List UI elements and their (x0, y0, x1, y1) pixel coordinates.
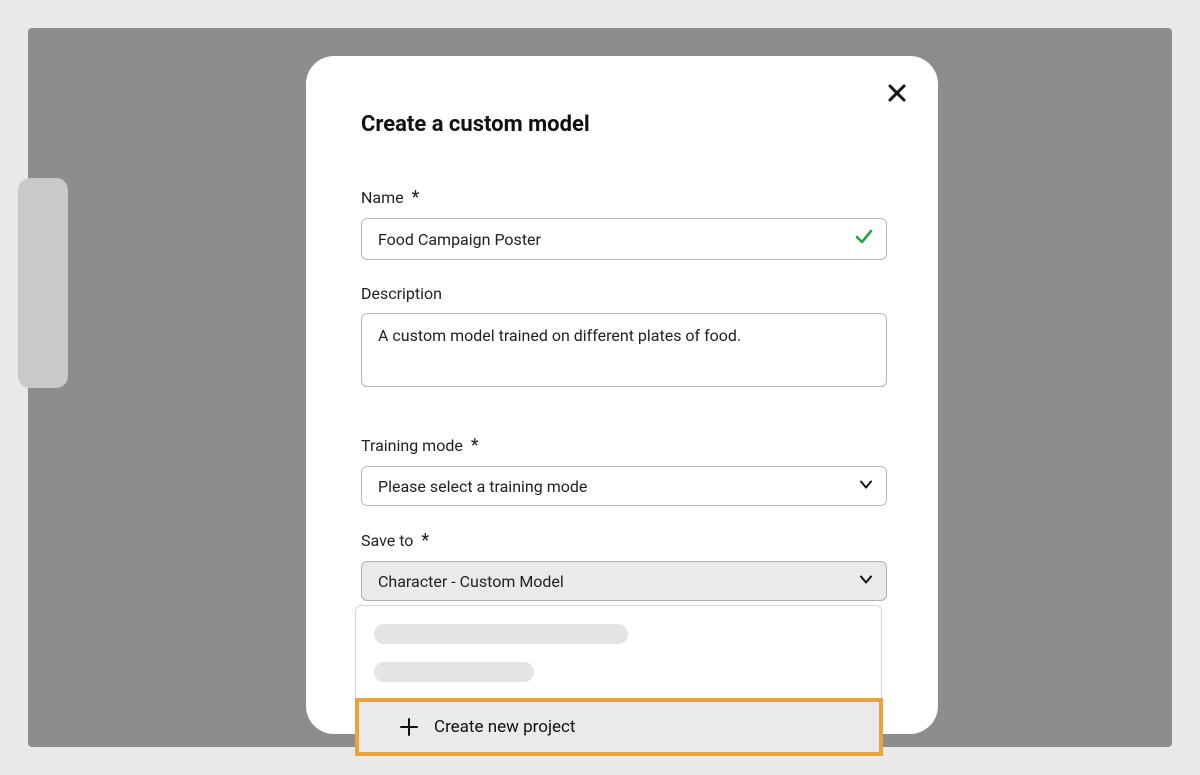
save-to-dropdown-panel[interactable]: Create new project (355, 605, 882, 755)
save-to-select[interactable]: Character - Custom Model (361, 561, 887, 601)
description-label: Description (361, 284, 442, 303)
description-field: Description A custom model trained on di… (361, 284, 883, 391)
save-to-label: Save to (361, 531, 413, 550)
background-panel-fragment (18, 178, 68, 388)
plus-icon (400, 718, 418, 736)
training-mode-value: Please select a training mode (378, 477, 587, 496)
create-new-project-label: Create new project (434, 717, 576, 737)
close-icon (888, 84, 906, 102)
save-to-value: Character - Custom Model (378, 572, 564, 591)
app-frame: Create a custom model Name * Description… (28, 28, 1172, 747)
description-input[interactable]: A custom model trained on different plat… (361, 313, 887, 387)
required-asterisk-icon: * (471, 435, 479, 456)
create-new-project-option[interactable]: Create new project (356, 700, 881, 754)
name-input[interactable] (361, 218, 887, 260)
training-mode-label: Training mode (361, 436, 463, 455)
close-button[interactable] (884, 80, 910, 106)
save-to-field: Save to * Character - Custom Model (361, 530, 883, 601)
required-asterisk-icon: * (421, 530, 429, 551)
training-mode-field: Training mode * Please select a training… (361, 435, 883, 506)
required-asterisk-icon: * (412, 187, 420, 208)
dropdown-option-placeholder[interactable] (374, 662, 534, 682)
dialog-title: Create a custom model (361, 112, 883, 137)
training-mode-select[interactable]: Please select a training mode (361, 466, 887, 506)
name-label: Name (361, 188, 404, 207)
name-field: Name * (361, 187, 883, 260)
dropdown-option-placeholder[interactable] (374, 624, 628, 644)
